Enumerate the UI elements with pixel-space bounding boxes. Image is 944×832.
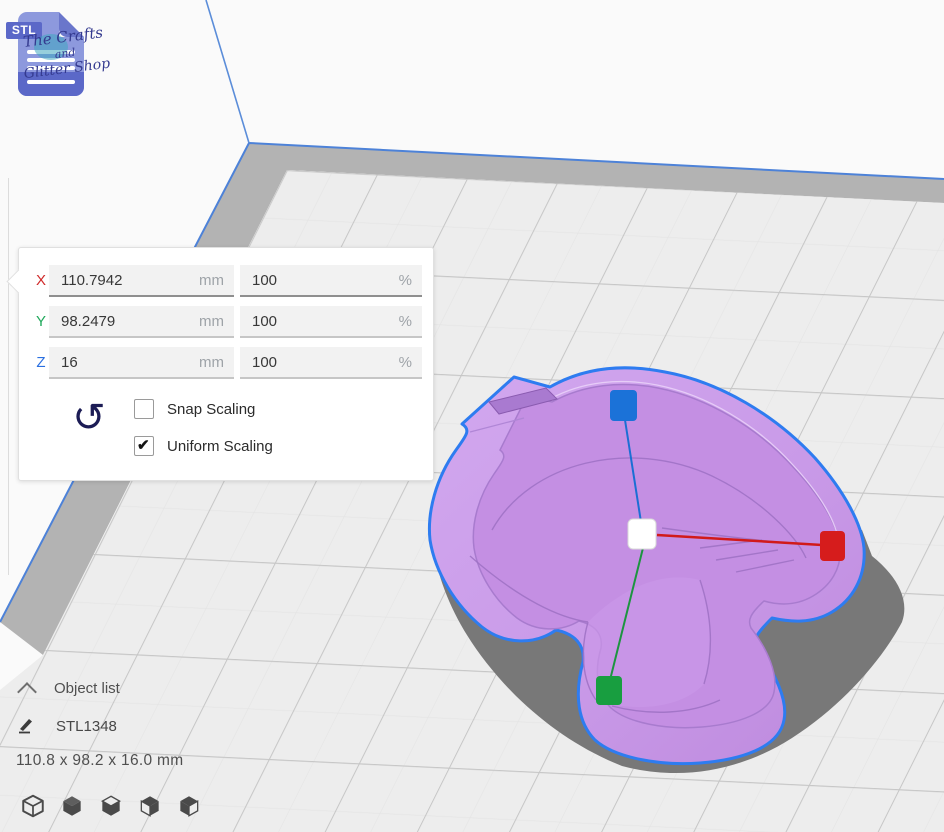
build-volume-z-edge [206, 0, 249, 143]
uniform-scaling-label: Uniform Scaling [167, 438, 273, 455]
view-right-button[interactable] [174, 790, 204, 822]
scale-row-x: X 110.7942 mm 100 % [19, 265, 433, 297]
axis-label-z: Z [34, 354, 48, 371]
view-3d-button[interactable] [18, 790, 48, 822]
scale-handle-y[interactable] [596, 676, 622, 705]
view-front-button[interactable] [57, 790, 87, 822]
object-list-header[interactable]: Object list [16, 680, 236, 697]
snap-scaling-label: Snap Scaling [167, 401, 255, 418]
x-size-input[interactable]: 110.7942 mm [49, 265, 234, 297]
object-list-panel: Object list STL1348 110.8 x 98.2 x 16.0 … [16, 680, 236, 770]
pencil-icon [16, 716, 36, 736]
unit-mm: mm [199, 272, 224, 289]
cube-left-icon [137, 793, 163, 819]
object-list-item[interactable]: STL1348 [16, 716, 236, 736]
z-size-input[interactable]: 16 mm [49, 347, 234, 379]
unit-percent: % [399, 354, 412, 371]
watermark-blob [34, 34, 68, 60]
scale-tool-panel: X 110.7942 mm 100 % Y 98.2479 mm 100 % Z… [18, 247, 434, 481]
stl-file-icon: STL The Crafts and Glitter Shop [6, 4, 92, 100]
cube-top-icon [98, 793, 124, 819]
chevron-up-icon [17, 682, 37, 702]
view-top-button[interactable] [96, 790, 126, 822]
axis-label-x: X [34, 272, 48, 289]
unit-mm: mm [199, 354, 224, 371]
reset-scale-button[interactable]: ↺ [67, 396, 111, 444]
snap-scaling-checkbox[interactable] [134, 399, 154, 419]
model-dimensions: 110.8 x 98.2 x 16.0 mm [16, 752, 236, 770]
y-size-input[interactable]: 98.2479 mm [49, 306, 234, 338]
stl-badge: STL [6, 22, 42, 39]
camera-view-toolbar [18, 790, 204, 822]
cube-front-icon [59, 793, 85, 819]
y-percent-input[interactable]: 100 % [240, 306, 422, 338]
scale-row-y: Y 98.2479 mm 100 % [19, 306, 433, 338]
view-left-button[interactable] [135, 790, 165, 822]
unit-percent: % [399, 313, 412, 330]
uniform-scaling-checkbox[interactable] [134, 436, 154, 456]
z-percent-input[interactable]: 100 % [240, 347, 422, 379]
unit-percent: % [399, 272, 412, 289]
scale-handle-z[interactable] [610, 390, 637, 421]
cube-3d-icon [20, 793, 46, 819]
x-percent-input[interactable]: 100 % [240, 265, 422, 297]
scale-handle-center[interactable] [628, 519, 656, 549]
scale-handle-x[interactable] [820, 531, 845, 561]
scale-row-z: Z 16 mm 100 % [19, 347, 433, 379]
cube-right-icon [176, 793, 202, 819]
left-ui-divider [8, 178, 9, 575]
unit-mm: mm [199, 313, 224, 330]
axis-label-y: Y [34, 313, 48, 330]
